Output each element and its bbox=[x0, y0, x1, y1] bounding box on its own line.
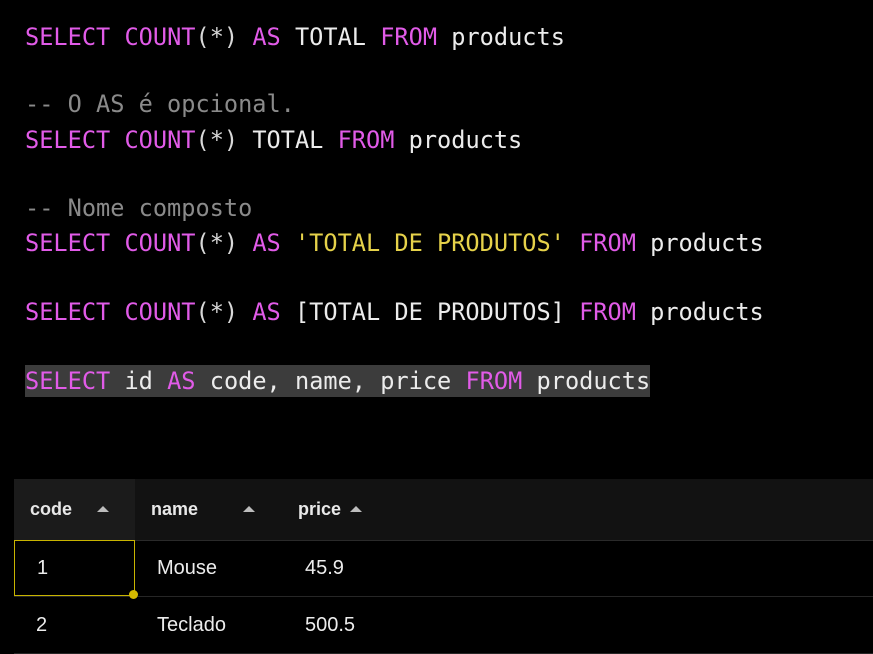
count-args: (*) bbox=[195, 23, 239, 51]
function-count: COUNT bbox=[124, 126, 196, 154]
keyword-from: FROM bbox=[337, 126, 395, 154]
editor-line-4[interactable]: SELECT COUNT(*) AS [TOTAL DE PRODUTOS] F… bbox=[25, 297, 764, 327]
alias-bracketed: [TOTAL DE PRODUTOS] bbox=[294, 298, 565, 326]
column-header-code[interactable]: code bbox=[14, 479, 135, 540]
editor-line-2[interactable]: SELECT COUNT(*) TOTAL FROM products bbox=[25, 125, 522, 155]
keyword-select: SELECT bbox=[25, 23, 111, 51]
results-grid[interactable]: code name price 1 Mouse 45.9 2 Teclado 5… bbox=[14, 479, 873, 654]
count-args: (*) bbox=[195, 229, 239, 257]
column-header-price[interactable]: price bbox=[283, 479, 433, 540]
function-count: COUNT bbox=[124, 298, 196, 326]
editor-line-1[interactable]: SELECT COUNT(*) AS TOTAL FROM products bbox=[25, 22, 565, 52]
editor-line-5[interactable]: SELECT id AS code, name, price FROM prod… bbox=[25, 365, 651, 397]
count-args: (*) bbox=[195, 298, 239, 326]
alias: TOTAL bbox=[294, 23, 366, 51]
keyword-from: FROM bbox=[579, 298, 636, 326]
keyword-select: SELECT bbox=[25, 298, 111, 326]
column-header-label: code bbox=[30, 499, 73, 519]
function-count: COUNT bbox=[124, 229, 196, 257]
table-name: products bbox=[536, 367, 651, 395]
keyword-select: SELECT bbox=[25, 229, 111, 257]
table-cell-price[interactable]: 45.9 bbox=[283, 540, 433, 596]
keyword-as: AS bbox=[167, 367, 196, 395]
keyword-from: FROM bbox=[380, 23, 438, 51]
alias-string: 'TOTAL DE PRODUTOS' bbox=[294, 229, 565, 257]
table-name: products bbox=[451, 23, 565, 51]
column-price: price bbox=[380, 367, 452, 395]
sort-ascending-icon[interactable] bbox=[97, 506, 109, 512]
results-header: code name price bbox=[14, 479, 873, 541]
alias-code: code, bbox=[209, 367, 281, 395]
table-name: products bbox=[408, 126, 523, 154]
column-name: name, bbox=[294, 367, 367, 395]
column-id: id bbox=[124, 367, 153, 395]
table-name: products bbox=[650, 298, 764, 326]
table-cell-code[interactable]: 1 bbox=[14, 540, 135, 596]
editor-comment-2[interactable]: -- Nome composto bbox=[25, 193, 252, 223]
table-name: products bbox=[650, 229, 764, 257]
keyword-from: FROM bbox=[465, 367, 523, 395]
keyword-select: SELECT bbox=[25, 367, 111, 395]
sql-editor[interactable]: SELECT COUNT(*) AS TOTAL FROM products -… bbox=[0, 0, 873, 478]
function-count: COUNT bbox=[124, 23, 196, 51]
editor-line-3[interactable]: SELECT COUNT(*) AS 'TOTAL DE PRODUTOS' F… bbox=[25, 228, 764, 258]
column-header-label: price bbox=[298, 499, 342, 519]
editor-comment-1[interactable]: -- O AS é opcional. bbox=[25, 89, 295, 119]
selection-handle[interactable] bbox=[129, 590, 138, 599]
sort-ascending-icon[interactable] bbox=[350, 506, 362, 512]
keyword-from: FROM bbox=[579, 229, 636, 257]
alias: TOTAL bbox=[252, 126, 324, 154]
sort-ascending-icon[interactable] bbox=[243, 506, 255, 512]
keyword-as: AS bbox=[252, 23, 281, 51]
count-args: (*) bbox=[195, 126, 239, 154]
keyword-select: SELECT bbox=[25, 126, 111, 154]
table-row[interactable]: 1 Mouse 45.9 bbox=[14, 540, 873, 597]
keyword-as: AS bbox=[252, 229, 281, 257]
column-header-label: name bbox=[151, 499, 199, 519]
table-cell-name[interactable]: Mouse bbox=[135, 540, 283, 596]
column-header-name[interactable]: name bbox=[135, 479, 283, 540]
keyword-as: AS bbox=[252, 298, 281, 326]
table-row[interactable]: 2 Teclado 500.5 bbox=[14, 597, 873, 654]
text-selection[interactable]: SELECT id AS code, name, price FROM prod… bbox=[25, 365, 651, 397]
